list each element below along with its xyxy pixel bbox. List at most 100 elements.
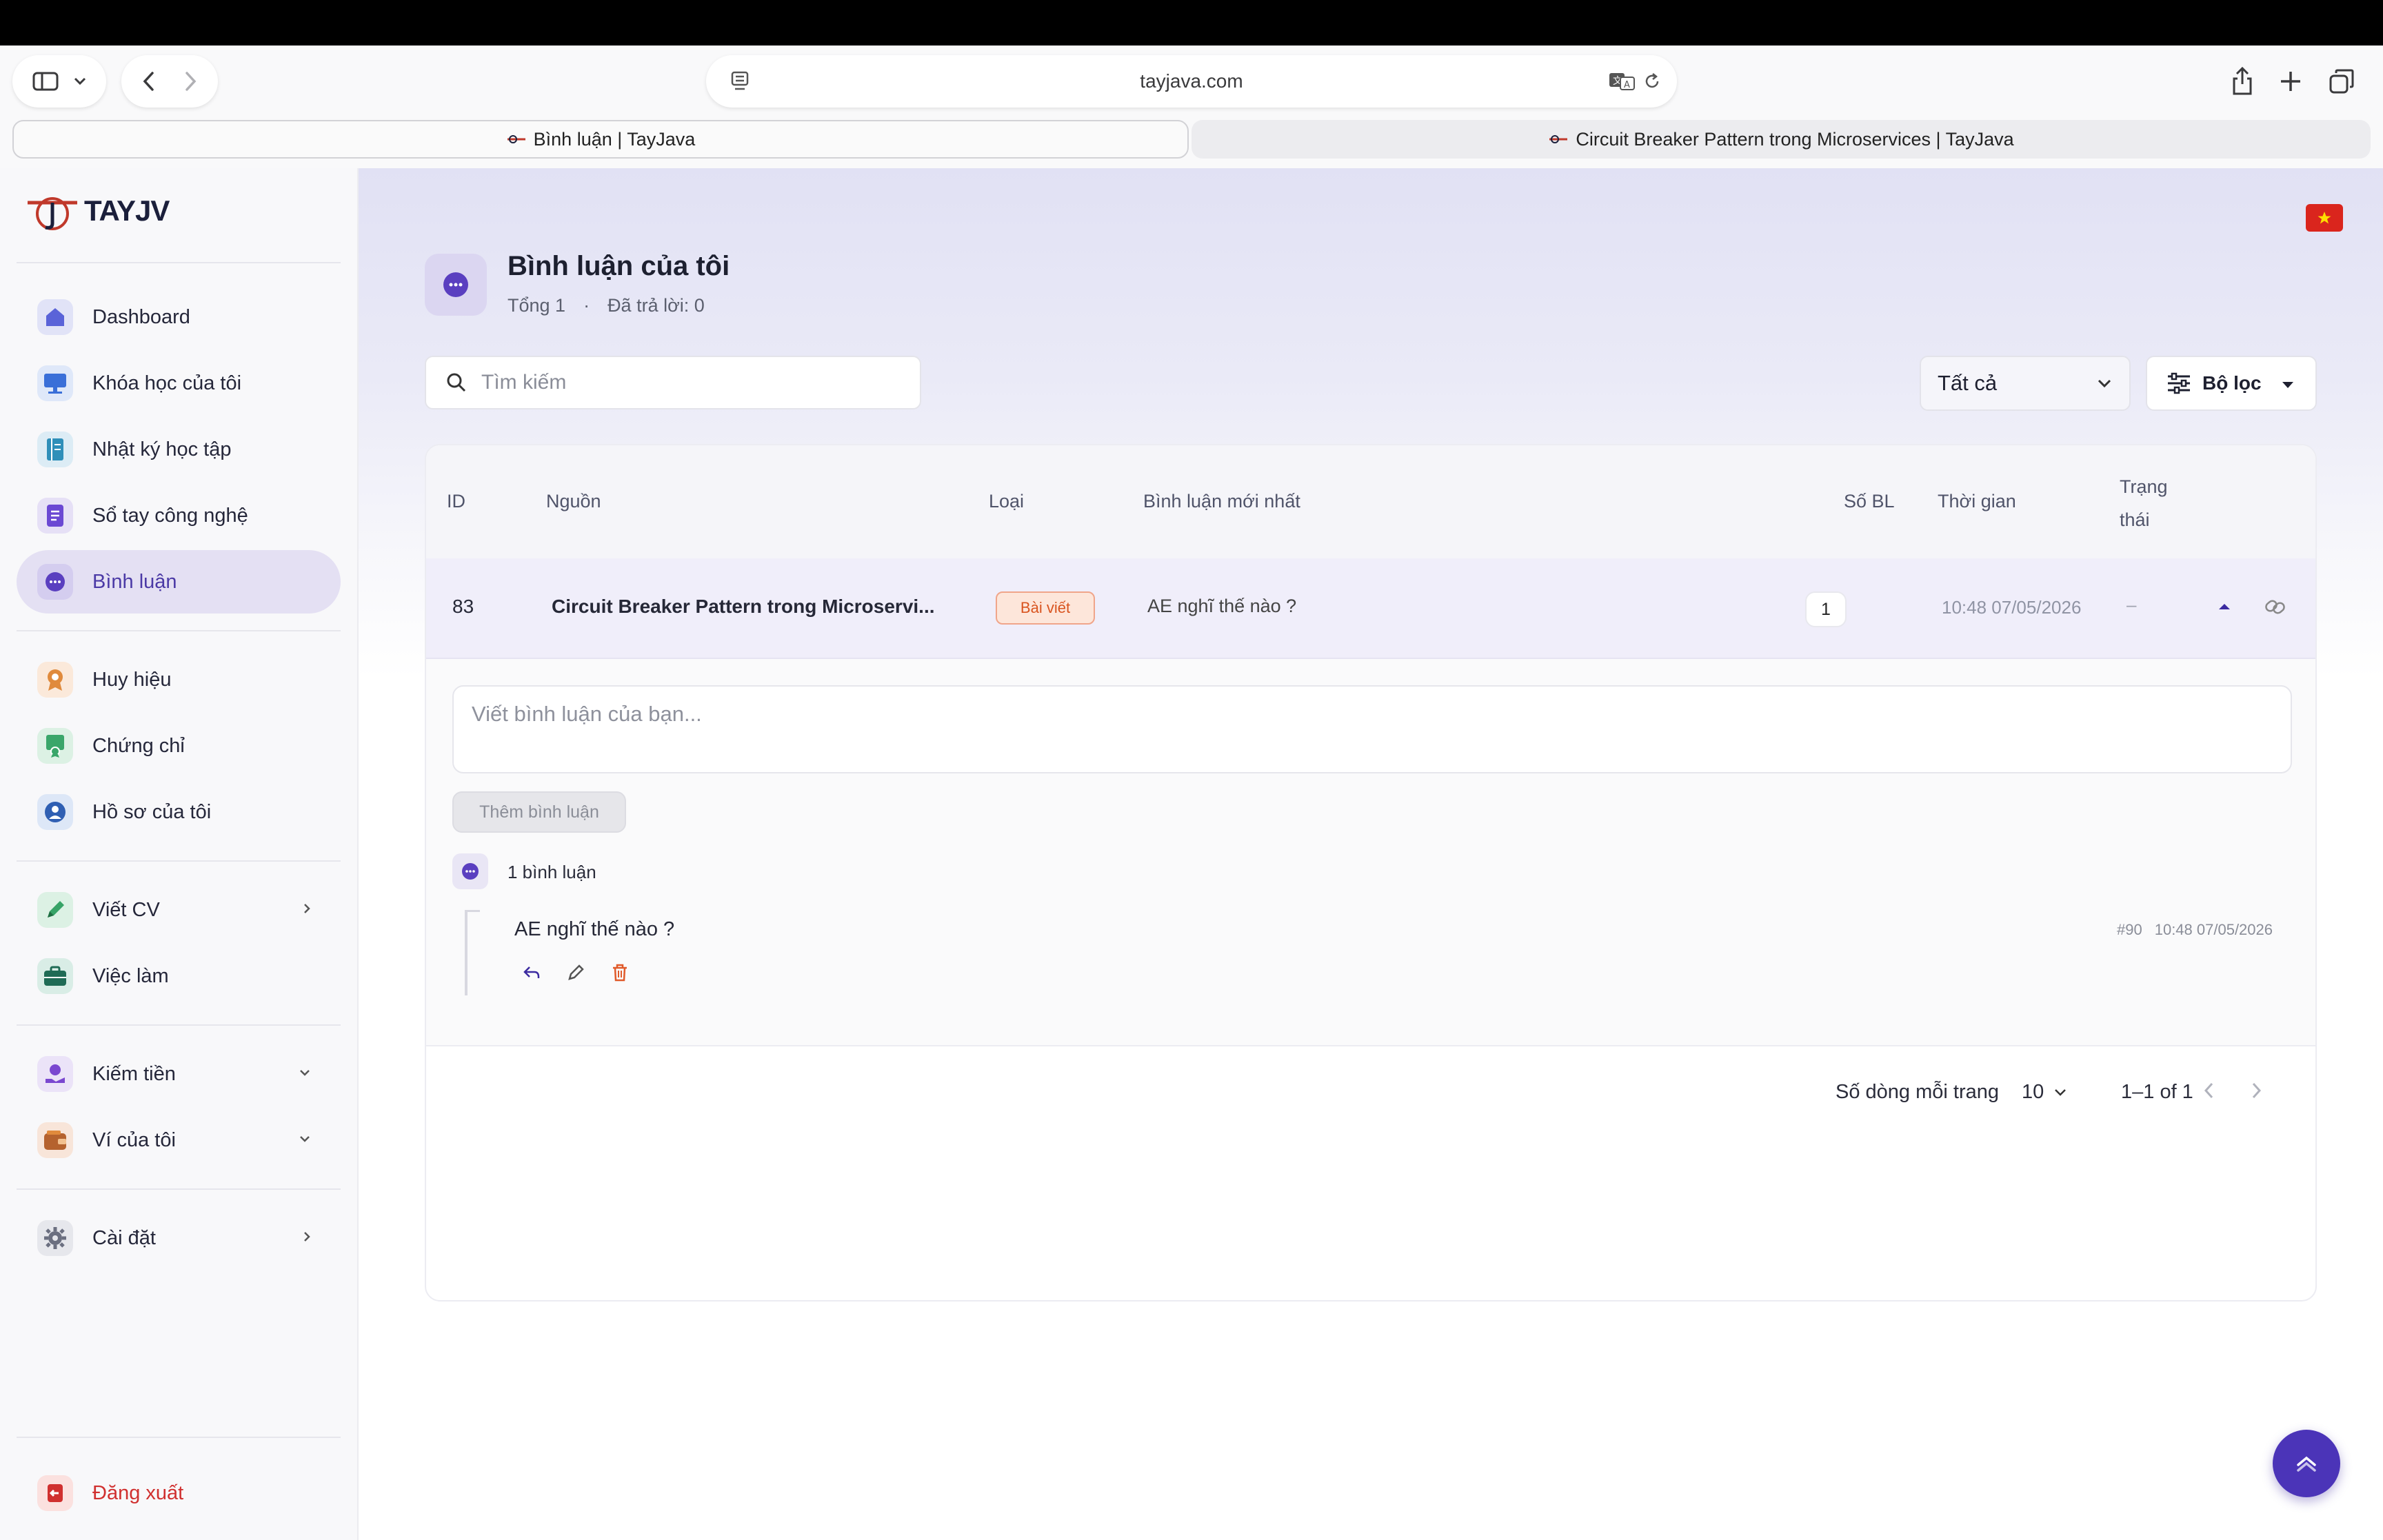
translate-icon[interactable]: 文A <box>1608 70 1636 92</box>
search-input[interactable] <box>480 370 894 395</box>
comment-input[interactable]: Viết bình luận của bạn... <box>452 685 2292 773</box>
column-header-status[interactable]: Trạng thái <box>2120 470 2168 536</box>
collapse-arrow-icon[interactable] <box>2215 597 2234 616</box>
new-tab-icon[interactable] <box>2278 69 2303 94</box>
vietnam-flag-icon[interactable] <box>2306 204 2343 232</box>
sidebar-item-label: Chứng chỉ <box>92 734 185 757</box>
table-row[interactable]: 83 Circuit Breaker Pattern trong Microse… <box>426 558 2315 659</box>
edit-icon[interactable] <box>565 962 586 983</box>
delete-icon[interactable] <box>610 962 630 983</box>
column-header-time[interactable]: Thời gian <box>1938 491 2016 512</box>
sidebar-item-kiem-tien[interactable]: Kiếm tiền <box>17 1042 341 1106</box>
sidebar-toggle-icon[interactable] <box>25 61 66 102</box>
reply-icon[interactable] <box>521 962 542 983</box>
document-icon <box>37 498 73 534</box>
monitor-icon <box>37 365 73 401</box>
comment-time: 10:48 07/05/2026 <box>2154 921 2273 938</box>
sidebar-item-huy-hieu[interactable]: Huy hiệu <box>17 648 341 711</box>
wallet-icon <box>37 1122 73 1158</box>
share-icon[interactable] <box>2229 66 2256 97</box>
forward-arrow-icon[interactable] <box>170 61 211 102</box>
chevron-down-icon <box>298 1068 312 1078</box>
chevron-down-icon <box>2055 1088 2067 1096</box>
column-header-latest[interactable]: Bình luận mới nhất <box>1143 491 1300 512</box>
sidebar-item-label: Hồ sơ của tôi <box>92 800 212 823</box>
system-top-bar <box>0 0 2383 45</box>
sidebar-item-label: Huy hiệu <box>92 668 172 691</box>
open-link-icon[interactable] <box>2263 594 2288 619</box>
separator-dot: · <box>583 295 590 316</box>
row-time: 10:48 07/05/2026 <box>1942 597 2082 618</box>
reload-icon[interactable] <box>1642 72 1662 91</box>
replied-count: Đã trả lời: 0 <box>607 295 705 316</box>
main-content: Bình luận của tôi Tổng 1 · Đã trả lời: 0… <box>359 168 2383 1540</box>
sidebar-item-ho-so[interactable]: Hồ sơ của tôi <box>17 780 341 844</box>
sidebar-item-viec-lam[interactable]: Việc làm <box>17 944 341 1008</box>
scroll-to-top-button[interactable] <box>2273 1430 2340 1497</box>
divider <box>17 630 341 631</box>
comment-count-label: 1 bình luận <box>507 862 596 882</box>
table-header: ID Nguồn Loại Bình luận mới nhất Số BL T… <box>426 445 2315 558</box>
tab-label: Bình luận | TayJava <box>533 128 696 150</box>
column-header-type[interactable]: Loại <box>989 491 1024 512</box>
sidebar-item-dashboard[interactable]: Dashboard <box>17 285 341 349</box>
sidebar-item-nhat-ky[interactable]: Nhật ký học tập <box>17 418 341 481</box>
status-header-line2: thái <box>2120 509 2150 530</box>
rows-per-page-label: Số dòng mỗi trang <box>1836 1081 1999 1103</box>
back-arrow-icon[interactable] <box>128 61 170 102</box>
next-page-icon[interactable] <box>2248 1080 2264 1102</box>
tab-circuit-breaker[interactable]: Circuit Breaker Pattern trong Microservi… <box>1192 120 2371 159</box>
add-comment-button[interactable]: Thêm bình luận <box>452 791 626 833</box>
sidebar-item-label: Viết CV <box>92 898 160 921</box>
caret-down-icon <box>2281 381 2295 389</box>
sidebar-item-viet-cv[interactable]: Viết CV <box>17 878 341 942</box>
user-icon <box>37 794 73 830</box>
sidebar-item-vi[interactable]: Ví của tôi <box>17 1108 341 1172</box>
total-count: Tổng 1 <box>507 295 566 316</box>
sidebar-item-cai-dat[interactable]: Cài đặt <box>17 1206 341 1270</box>
badge-icon <box>37 662 73 698</box>
divider <box>17 1024 341 1026</box>
sidebar-item-label: Kiếm tiền <box>92 1062 176 1085</box>
gear-icon <box>37 1220 73 1256</box>
sidebar-item-label: Cài đặt <box>92 1226 156 1249</box>
prev-page-icon[interactable] <box>2201 1080 2218 1102</box>
sidebar-item-label: Ví của tôi <box>92 1128 176 1151</box>
sidebar: TAYJV Dashboard Khóa học của tôi Nhật ký… <box>0 168 359 1540</box>
comment-detail-panel: Viết bình luận của bạn... Thêm bình luận… <box>426 659 2315 1045</box>
comment-actions <box>521 962 630 983</box>
address-bar[interactable]: tayjava.com 文A <box>706 55 1677 108</box>
sidebar-item-so-tay[interactable]: Sổ tay công nghệ <box>17 484 341 547</box>
sidebar-item-khoa-hoc[interactable]: Khóa học của tôi <box>17 352 341 415</box>
thread-line <box>465 910 467 995</box>
page-subtitle: Tổng 1 · Đã trả lời: 0 <box>507 295 705 316</box>
search-box[interactable] <box>425 356 921 409</box>
sidebar-item-binh-luan[interactable]: Bình luận <box>17 550 341 614</box>
column-header-source[interactable]: Nguồn <box>546 491 601 512</box>
page-title: Bình luận của tôi <box>507 251 730 281</box>
comment-id: #90 <box>2117 921 2142 938</box>
status-select[interactable]: Tất cả <box>1920 356 2131 411</box>
column-header-count[interactable]: Số BL <box>1844 491 1895 512</box>
sidebar-toggle-group[interactable] <box>12 55 106 108</box>
logout-button[interactable]: Đăng xuất <box>17 1461 341 1525</box>
tab-overview-icon[interactable] <box>2328 68 2355 95</box>
logo[interactable]: TAYJV <box>25 190 170 232</box>
url-text[interactable]: tayjava.com <box>706 70 1677 92</box>
row-latest-comment: AE nghĩ thế nào ? <box>1147 596 1297 616</box>
sidebar-item-label: Việc làm <box>92 964 169 987</box>
home-icon <box>37 299 73 335</box>
filter-button[interactable]: Bộ lọc <box>2146 356 2317 411</box>
comment-count-pill: 1 <box>1805 591 1847 627</box>
sidebar-item-label: Sổ tay công nghệ <box>92 504 248 527</box>
column-header-id[interactable]: ID <box>447 491 465 512</box>
select-value: Tất cả <box>1938 371 1998 395</box>
chevron-down-icon[interactable] <box>66 61 94 102</box>
divider <box>17 860 341 862</box>
row-source-link[interactable]: Circuit Breaker Pattern trong Microservi… <box>552 596 935 618</box>
tab-binh-luan[interactable]: Bình luận | TayJava <box>12 120 1189 159</box>
money-hand-icon <box>37 1056 73 1092</box>
sidebar-item-label: Khóa học của tôi <box>92 372 242 394</box>
rows-per-page-select[interactable]: 10 <box>2022 1081 2067 1104</box>
sidebar-item-chung-chi[interactable]: Chứng chỉ <box>17 714 341 778</box>
